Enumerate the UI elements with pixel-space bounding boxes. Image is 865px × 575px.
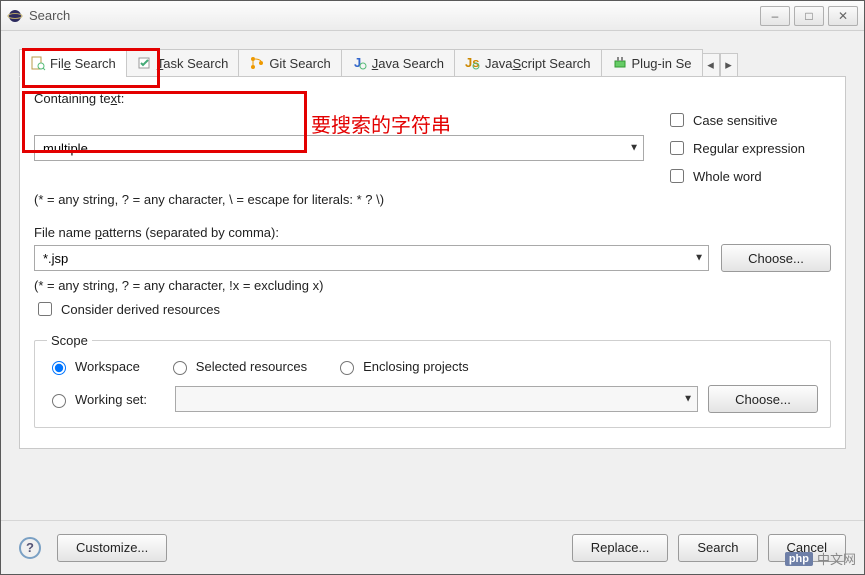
- tab-java-search[interactable]: J Java Search: [341, 49, 455, 77]
- choose-working-set-button[interactable]: Choose...: [708, 385, 818, 413]
- help-icon[interactable]: ?: [19, 537, 41, 559]
- file-search-icon: [30, 55, 46, 71]
- dropdown-icon[interactable]: ▼: [694, 253, 704, 264]
- tab-label: Plug-in Se: [632, 56, 692, 71]
- scope-working-set-radio[interactable]: Working set:: [47, 391, 165, 408]
- scope-workspace-radio[interactable]: Workspace: [47, 358, 140, 375]
- patterns-combo[interactable]: ▼: [34, 245, 709, 271]
- svg-text:Js: Js: [465, 55, 479, 70]
- scope-group: Scope Workspace Selected resources Enclo…: [34, 333, 831, 428]
- tab-file-search[interactable]: File Search: [19, 49, 127, 77]
- tab-javascript-search[interactable]: Js JavaScript Search: [454, 49, 602, 77]
- working-set-input[interactable]: [182, 391, 691, 408]
- maximize-button[interactable]: □: [794, 6, 824, 26]
- javascript-search-icon: Js: [465, 55, 481, 71]
- watermark-text: 中文网: [817, 549, 856, 568]
- search-dialog: Search – □ ✕ 要搜索的字符串 File Search Task Se…: [0, 0, 865, 575]
- tab-bar: File Search Task Search Git Search J Jav…: [19, 47, 846, 77]
- task-search-icon: [137, 55, 153, 71]
- tab-label: File Search: [50, 56, 116, 71]
- java-search-icon: J: [352, 55, 368, 71]
- scope-enclosing-radio[interactable]: Enclosing projects: [335, 358, 469, 375]
- tab-label: Task Search: [157, 56, 229, 71]
- case-sensitive-checkbox[interactable]: Case sensitive: [666, 110, 831, 130]
- whole-word-checkbox[interactable]: Whole word: [666, 166, 831, 186]
- scope-legend: Scope: [47, 333, 92, 348]
- dropdown-icon[interactable]: ▼: [683, 394, 693, 405]
- git-search-icon: [249, 55, 265, 71]
- containing-text-input[interactable]: [41, 140, 637, 157]
- tab-scroll-right[interactable]: ▸: [720, 53, 738, 77]
- tab-task-search[interactable]: Task Search: [126, 49, 240, 77]
- choose-patterns-button[interactable]: Choose...: [721, 244, 831, 272]
- php-badge: php: [785, 552, 813, 566]
- plugin-search-icon: [612, 55, 628, 71]
- search-button[interactable]: Search: [678, 534, 757, 562]
- watermark: php 中文网: [785, 549, 856, 568]
- dialog-footer: ? Customize... Replace... Search Cancel: [1, 520, 864, 574]
- working-set-combo[interactable]: ▼: [175, 386, 698, 412]
- derived-checkbox[interactable]: Consider derived resources: [34, 299, 831, 319]
- patterns-hint: (* = any string, ? = any character, !x =…: [34, 278, 831, 293]
- file-search-panel: Containing text: ▼ Case sensitive Regula…: [19, 77, 846, 449]
- regex-checkbox[interactable]: Regular expression: [666, 138, 831, 158]
- tab-label: Git Search: [269, 56, 330, 71]
- customize-button[interactable]: Customize...: [57, 534, 167, 562]
- tab-label: Java Search: [372, 56, 444, 71]
- tab-label: JavaScript Search: [485, 56, 591, 71]
- scope-selected-radio[interactable]: Selected resources: [168, 358, 307, 375]
- patterns-label: File name patterns (separated by comma):: [34, 225, 831, 240]
- replace-button[interactable]: Replace...: [572, 534, 669, 562]
- window-controls: – □ ✕: [760, 6, 858, 26]
- containing-text-combo[interactable]: ▼: [34, 135, 644, 161]
- minimize-button[interactable]: –: [760, 6, 790, 26]
- tab-git-search[interactable]: Git Search: [238, 49, 341, 77]
- dropdown-icon[interactable]: ▼: [629, 143, 639, 154]
- window-title: Search: [29, 8, 760, 23]
- patterns-input[interactable]: [41, 250, 702, 267]
- close-button[interactable]: ✕: [828, 6, 858, 26]
- containing-text-label: Containing text:: [34, 91, 831, 106]
- titlebar[interactable]: Search – □ ✕: [1, 1, 864, 31]
- tab-plugin-search[interactable]: Plug-in Se: [601, 49, 703, 77]
- content-area: File Search Task Search Git Search J Jav…: [1, 31, 864, 463]
- eclipse-icon: [7, 8, 23, 24]
- containing-text-hint: (* = any string, ? = any character, \ = …: [34, 192, 831, 207]
- search-options: Case sensitive Regular expression Whole …: [666, 110, 831, 186]
- tab-scroll-left[interactable]: ◂: [702, 53, 720, 77]
